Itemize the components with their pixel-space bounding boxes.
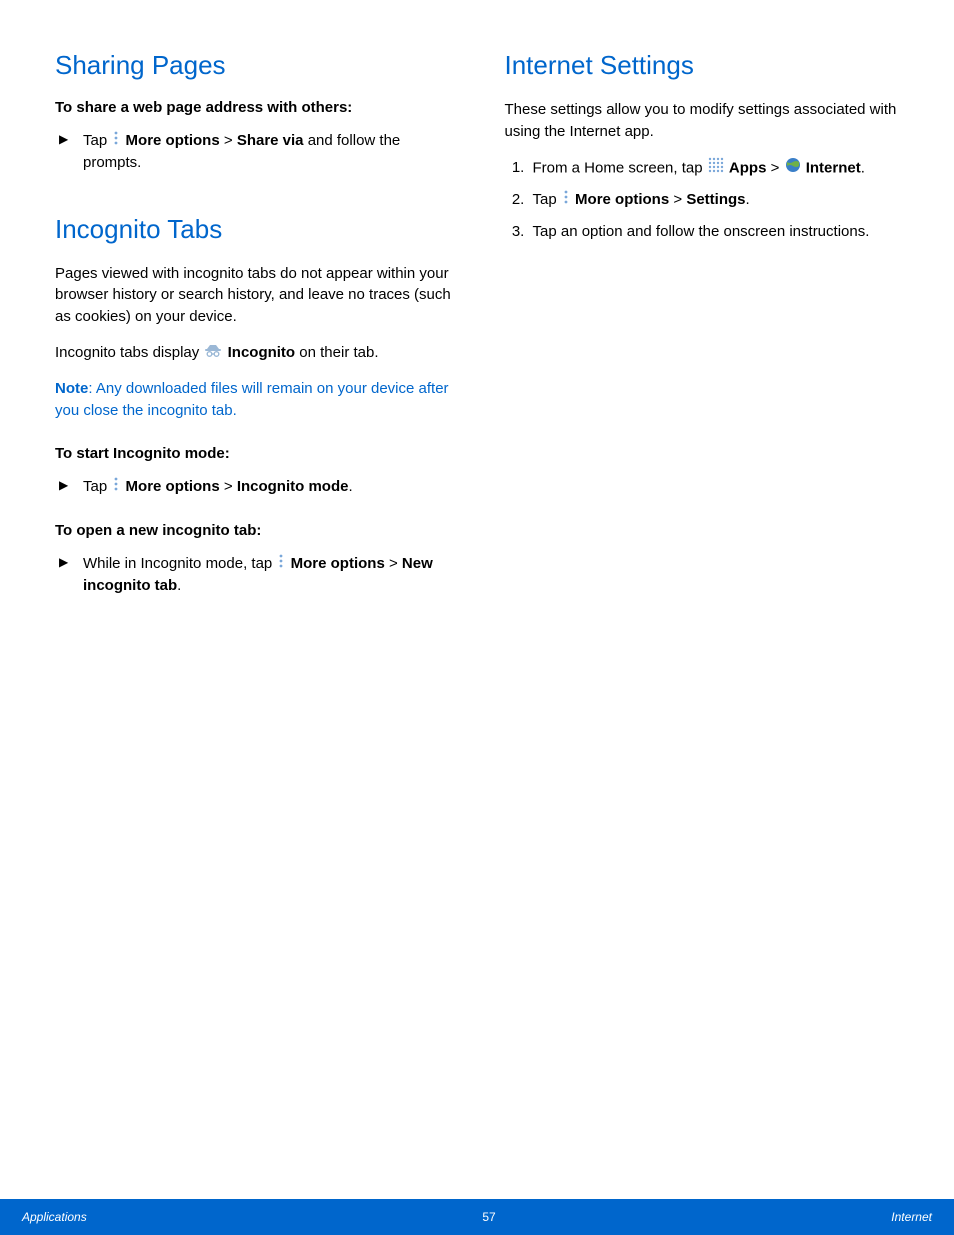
step-open-incognito-tab: While in Incognito mode, tap More option… [79, 553, 455, 597]
step-home-apps-internet: From a Home screen, tap Apps > [529, 157, 905, 180]
footer-left: Applications [22, 1210, 87, 1224]
more-options-icon [112, 130, 120, 152]
step-more-settings: Tap More options > Settings. [529, 189, 905, 211]
right-column: Internet Settings These settings allow y… [505, 50, 905, 621]
more-options-icon [562, 189, 570, 211]
page-footer: Applications 57 Internet [0, 1199, 954, 1235]
more-options-icon [277, 553, 285, 575]
step-share: Tap More options > Share via and follow … [79, 130, 455, 174]
globe-icon [785, 157, 801, 180]
subhead-start-incognito: To start Incognito mode: [55, 445, 455, 462]
subhead-share: To share a web page address with others: [55, 99, 455, 116]
incognito-desc: Pages viewed with incognito tabs do not … [55, 263, 455, 328]
apps-grid-icon [708, 157, 724, 180]
heading-internet-settings: Internet Settings [505, 50, 905, 81]
footer-page-number: 57 [482, 1210, 495, 1224]
note-downloads: Note: Any downloaded files will remain o… [55, 378, 455, 422]
settings-desc: These settings allow you to modify setti… [505, 99, 905, 143]
step-follow-instructions: Tap an option and follow the onscreen in… [529, 221, 905, 243]
left-column: Sharing Pages To share a web page addres… [55, 50, 455, 621]
heading-sharing-pages: Sharing Pages [55, 50, 455, 81]
step-start-incognito: Tap More options > Incognito mode. [79, 476, 455, 498]
heading-incognito-tabs: Incognito Tabs [55, 214, 455, 245]
more-options-icon [112, 476, 120, 498]
incognito-display: Incognito tabs display Incognito on thei… [55, 342, 455, 364]
footer-right: Internet [891, 1210, 932, 1224]
incognito-icon [204, 342, 222, 364]
subhead-open-incognito-tab: To open a new incognito tab: [55, 522, 455, 539]
